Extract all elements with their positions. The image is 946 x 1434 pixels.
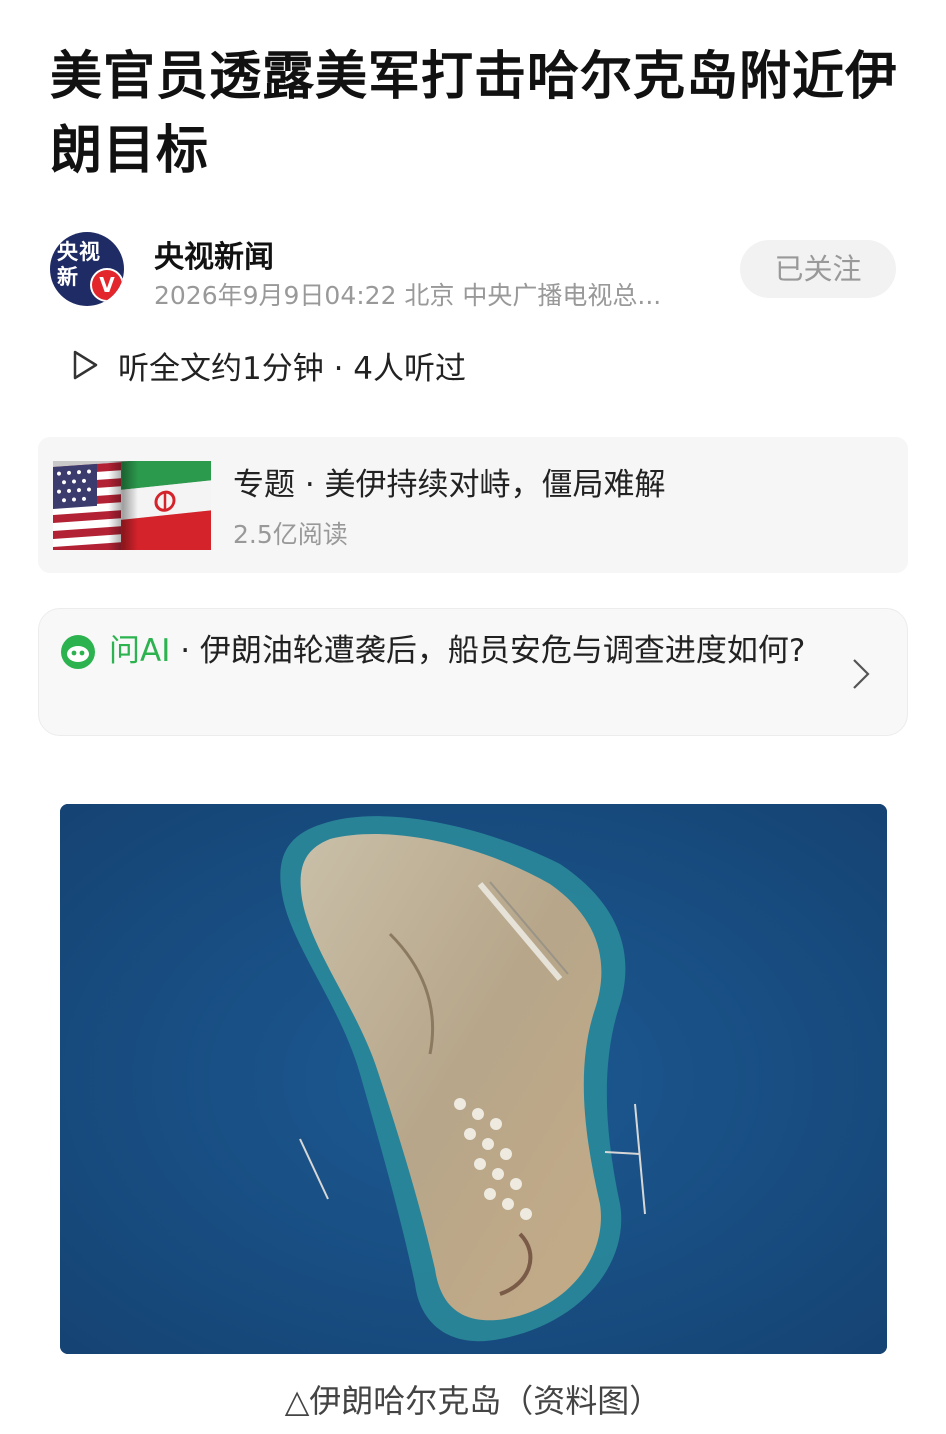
ai-brand-label: 问AI xyxy=(109,633,171,669)
follow-button[interactable]: 已关注 xyxy=(740,240,896,298)
verified-badge-icon: V xyxy=(90,268,124,302)
author-name[interactable]: 央视新闻 xyxy=(154,232,274,276)
topic-thumbnail xyxy=(53,461,211,550)
listen-text: 听全文约1分钟 · 4人听过 xyxy=(118,350,467,387)
listen-full-text[interactable]: 听全文约1分钟 · 4人听过 xyxy=(70,340,466,390)
island-satellite-photo[interactable] xyxy=(60,804,887,1354)
topic-title: 专题 · 美伊持续对峙，僵局难解 xyxy=(233,467,666,503)
photo-caption: △伊朗哈尔克岛（资料图） xyxy=(284,1382,662,1420)
topic-read-count: 2.5亿阅读 xyxy=(233,520,348,549)
ai-assistant-icon xyxy=(61,635,95,669)
topic-card[interactable]: 专题 · 美伊持续对峙，僵局难解 2.5亿阅读 xyxy=(38,437,908,573)
ai-question-text: · 伊朗油轮遭袭后，船员安危与调查进度如何? xyxy=(170,633,806,669)
play-icon xyxy=(73,350,98,380)
author-row: 央视新 V 央视新闻 2026年9月9日04:22 北京 中央广播电视总... … xyxy=(50,232,900,312)
ask-ai-card[interactable]: 问AI · 伊朗油轮遭袭后，船员安危与调查进度如何? xyxy=(38,608,908,736)
ai-question: 问AI · 伊朗油轮遭袭后，船员安危与调查进度如何? xyxy=(109,629,829,673)
author-avatar[interactable]: 央视新 V xyxy=(50,232,124,306)
chevron-right-icon[interactable] xyxy=(851,657,871,691)
publish-meta: 2026年9月9日04:22 北京 中央广播电视总... xyxy=(154,281,662,310)
article-title: 美官员透露美军打击哈尔克岛附近伊朗目标 xyxy=(50,47,899,181)
